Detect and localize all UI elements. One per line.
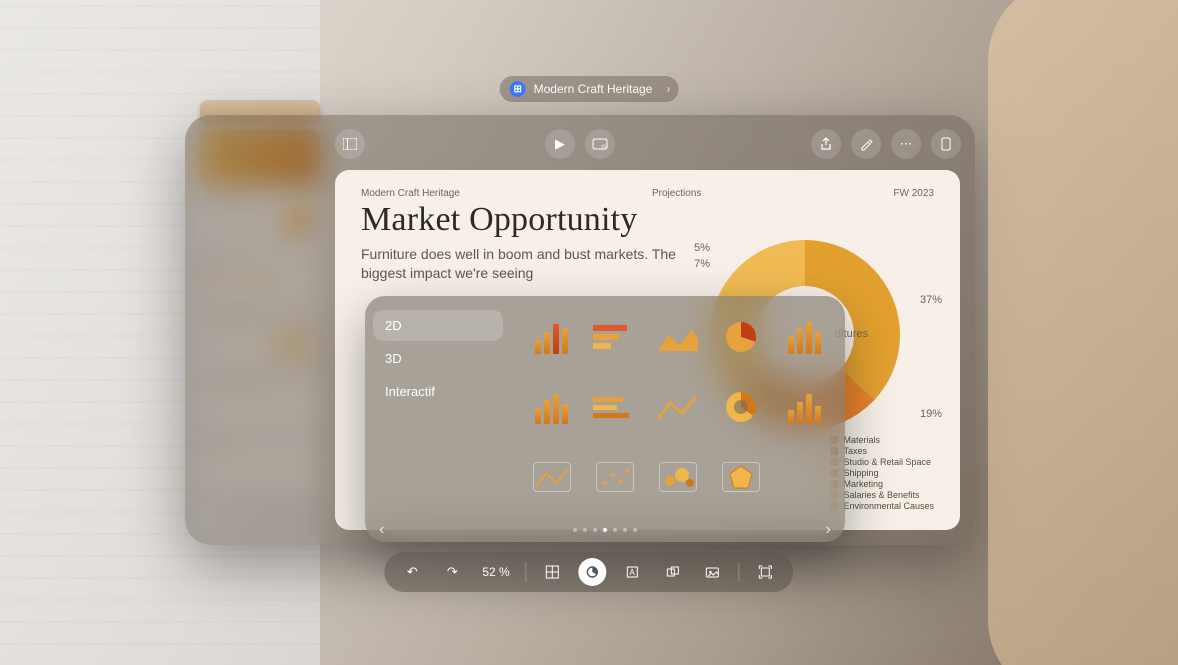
shape-icon [666,565,680,579]
redo-icon: ↷ [447,564,458,580]
insert-media-button[interactable] [699,558,727,586]
present-icon [592,138,608,150]
insert-table-button[interactable] [539,558,567,586]
chart-type-area[interactable] [651,308,704,366]
table-icon [546,565,560,579]
chart-callout: 5% [694,242,710,254]
chart-callout: 19% [920,408,942,420]
share-button[interactable] [811,129,841,159]
chart-icon [586,565,600,579]
share-icon [820,137,832,151]
slide-meta-right: FW 2023 [893,188,934,199]
document-title-pill[interactable]: ⊞ Modern Craft Heritage › [500,76,679,102]
sidebar-toggle-button[interactable] [335,129,365,159]
chart-type-column[interactable] [525,308,578,366]
pager-next-button[interactable]: › [826,521,831,539]
chart-type-line[interactable] [651,378,704,436]
chart-type-donut[interactable] [715,378,768,436]
chart-callout: 7% [694,258,710,270]
chart-type-bubble[interactable] [651,448,704,506]
more-icon: ⋯ [900,136,913,152]
chart-type-bar-horizontal[interactable] [588,308,641,366]
present-options-button[interactable] [585,129,615,159]
slide-meta-center: Projections [652,188,701,199]
chart-picker-tabs: 2D 3D Interactif [365,296,511,542]
insert-comment-button[interactable] [752,558,780,586]
media-icon [706,565,720,579]
zoom-level[interactable]: 52 % [478,565,513,579]
pager-dots [573,528,637,532]
room-background: ⊞ Modern Craft Heritage › 16 Looking For… [0,0,1178,665]
format-button[interactable] [851,129,881,159]
frame-icon [759,565,773,579]
line-icon [656,391,700,423]
chart-picker-pager: ‹ › [365,528,845,532]
chart-tab-3d[interactable]: 3D [373,343,503,374]
chart-type-column-grouped[interactable] [525,378,578,436]
insert-text-button[interactable]: A [619,558,647,586]
chart-type-column-3[interactable] [778,378,831,436]
chart-callout: 37% [920,294,942,306]
chevron-right-icon: › [666,82,670,96]
chart-type-pie[interactable] [715,308,768,366]
sidebar-icon [343,138,357,150]
document-settings-button[interactable] [931,129,961,159]
area-icon [656,321,700,353]
app-icon: ⊞ [510,81,526,97]
chart-type-grid [511,296,845,542]
slide-meta-left: Modern Craft Heritage [361,188,460,199]
chart-type-column-stacked[interactable] [778,308,831,366]
document-icon [940,137,952,151]
undo-button[interactable]: ↶ [398,558,426,586]
pager-prev-button[interactable]: ‹ [379,521,384,539]
redo-button[interactable]: ↷ [438,558,466,586]
more-button[interactable]: ⋯ [891,129,921,159]
chart-type-empty [778,448,831,506]
chart-type-bar-grouped[interactable] [588,378,641,436]
document-title: Modern Craft Heritage [534,82,653,96]
chart-type-line-simple[interactable] [525,448,578,506]
play-button[interactable]: ▶ [545,129,575,159]
chart-type-radar[interactable] [715,448,768,506]
format-brush-icon [859,137,873,151]
bottom-toolbar: ↶ ↷ 52 % A [384,552,793,592]
chart-tab-interactive[interactable]: Interactif [373,376,503,407]
play-icon: ▶ [555,136,565,152]
text-icon: A [626,565,640,579]
insert-shape-button[interactable] [659,558,687,586]
chart-legend: Materials Taxes Studio & Retail Space Sh… [830,434,934,512]
chart-picker-popover: 2D 3D Interactif ‹ [365,296,845,542]
svg-text:A: A [630,568,636,577]
chart-tab-2d[interactable]: 2D [373,310,503,341]
undo-icon: ↶ [407,564,418,580]
slide-subtitle: Furniture does well in boom and bust mar… [361,245,691,283]
chart-type-scatter[interactable] [588,448,641,506]
insert-chart-button[interactable] [579,558,607,586]
slide-heading: Market Opportunity [361,201,934,239]
